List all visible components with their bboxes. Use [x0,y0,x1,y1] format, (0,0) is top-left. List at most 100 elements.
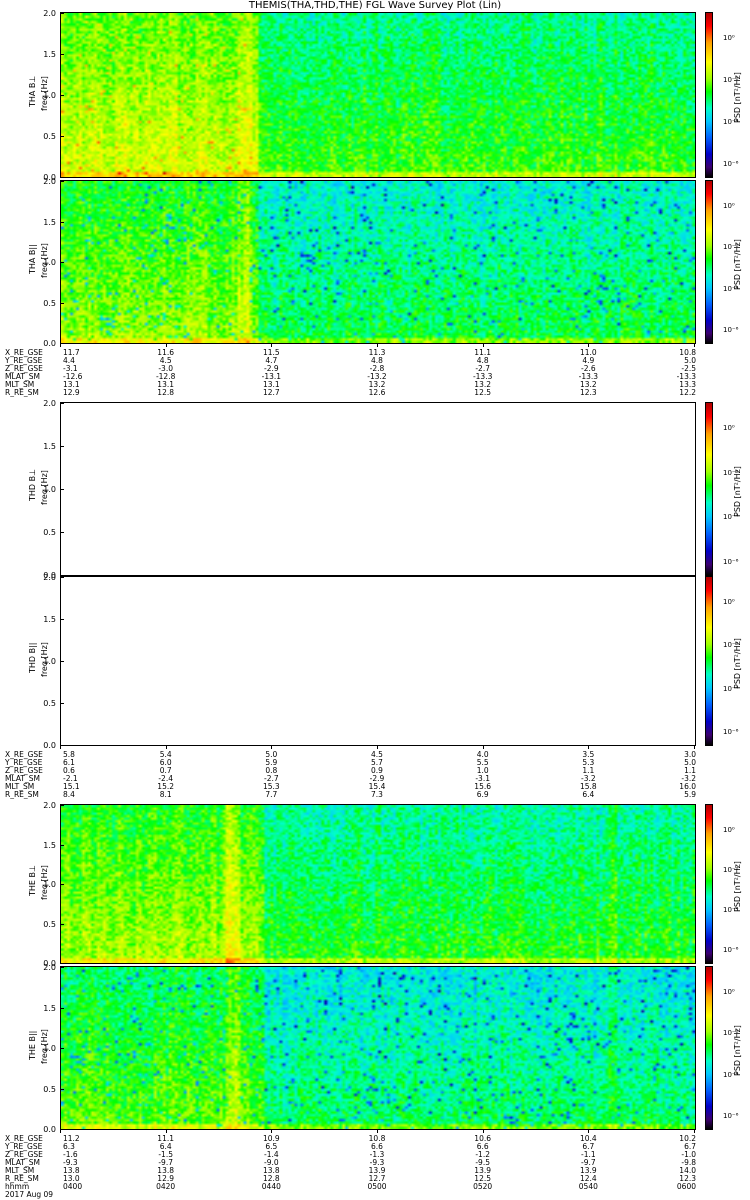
y-tick-label: 2.0 [43,963,56,972]
y-tick-mark [60,13,64,14]
colorbar-tick-label: 10⁻⁶ [723,1112,739,1120]
orbit-value: 7.3 [371,790,383,799]
orbit-value: 6.9 [476,790,489,799]
y-tick-label: 1.5 [43,840,56,850]
y-tick-mark [60,967,64,968]
colorbar-tick-label: 10⁰ [723,826,735,834]
orbit-value: 0440 [261,1182,281,1191]
y-tick-mark [60,177,64,178]
y-tick-mark [60,703,64,704]
x-tick-mark [694,343,695,347]
x-tick-mark [694,745,695,749]
colorbar-label: PSD [nT²/Hz] [733,638,742,689]
y-tick-label: 2.0 [43,9,56,18]
x-tick-mark [377,1129,378,1133]
colorbar-tick-label: 10⁰ [723,424,735,432]
x-tick-mark [377,343,378,347]
y-tick-label: 2.0 [43,177,56,186]
y-tick-label: 0.5 [43,919,56,929]
y-tick-label: 1.5 [43,217,56,227]
y-tick-mark [60,302,64,304]
plot-title: THEMIS(THA,THD,THE) FGL Wave Survey Plot… [248,0,502,11]
colorbar [705,12,713,178]
orbit-value: 12.9 [63,388,80,397]
colorbar-tick-label: 10⁰ [723,598,735,606]
x-tick-mark [482,343,484,347]
y-tick-label: 0.5 [43,699,56,708]
colorbar-tick-label: 10⁰ [723,34,735,42]
x-tick-mark [60,745,61,749]
orbit-value: 8.1 [159,790,172,799]
y-tick-label: 0.0 [43,741,56,750]
colorbar-tick-label: 10⁰ [723,988,735,996]
spectrogram-image [61,181,695,343]
colorbar-tick-label: 10⁻⁶ [723,558,739,566]
x-tick-mark [271,1129,273,1133]
y-tick-mark [60,181,64,182]
orbit-value: 12.7 [262,388,280,397]
x-tick-mark [60,1129,61,1133]
orbit-value: 0500 [367,1182,387,1191]
x-tick-mark [482,745,484,749]
y-tick-label: 1.0 [43,880,56,889]
colorbar-label: PSD [nT²/Hz] [733,72,742,123]
y-tick-mark [60,1088,64,1090]
colorbar [705,966,713,1130]
y-tick-label: 0.5 [43,298,56,308]
y-tick-mark [60,262,64,263]
y-tick-mark [60,1048,64,1049]
y-tick-mark [60,963,64,964]
y-tick-mark [60,805,64,806]
orbit-value: 6.4 [582,790,595,799]
colorbar [705,402,713,576]
orbit-row-name: 2017 Aug 09 [5,1190,54,1199]
orbit-row-name: R_RE_SM [5,790,39,799]
spectrogram-panel-the-bl [60,804,696,964]
spectrogram-panel-the-bpar [60,966,696,1130]
y-tick-mark [60,136,64,137]
y-tick-mark [60,844,64,846]
orbit-value: 12.2 [679,388,696,397]
x-tick-mark [588,1129,590,1133]
y-tick-mark [60,619,64,620]
y-tick-mark [60,489,64,490]
orbit-row-name: R_RE_SM [5,388,39,397]
y-tick-mark [60,577,64,578]
y-tick-label: 0.0 [43,339,56,348]
x-tick-mark [165,1129,167,1133]
spectrogram-panel-tha-bl [60,12,696,178]
colorbar-label: PSD [nT²/Hz] [733,861,742,912]
colorbar-label: PSD [nT²/Hz] [733,466,742,517]
y-tick-label: 1.0 [43,91,56,100]
x-tick-mark [60,343,61,347]
orbit-value: 12.3 [579,388,597,397]
y-tick-label: 0.0 [43,1125,56,1134]
y-tick-label: 0.5 [43,528,56,537]
colorbar [705,576,713,746]
x-tick-mark [482,1129,484,1133]
y-tick-label: 0.5 [43,132,56,141]
colorbar-tick-label: 10⁻⁶ [723,728,739,736]
colorbar-label: PSD [nT²/Hz] [733,239,742,290]
x-tick-mark [165,745,167,749]
orbit-value: 0420 [156,1182,176,1191]
orbit-value: 5.9 [684,790,696,799]
colorbar [705,180,713,344]
y-tick-label: 2.0 [43,399,56,408]
y-tick-mark [60,221,64,223]
y-tick-mark [60,446,64,447]
x-tick-mark [377,745,378,749]
y-tick-label: 1.5 [43,50,56,59]
y-tick-label: 1.0 [43,657,56,666]
x-tick-mark [588,745,590,749]
colorbar-tick-label: 10⁻⁶ [723,946,739,954]
y-tick-label: 1.5 [43,615,56,624]
orbit-value: 8.4 [63,790,75,799]
y-tick-label: 2.0 [43,573,56,582]
y-tick-mark [60,923,64,925]
y-tick-label: 1.0 [43,1044,56,1053]
y-tick-label: 1.5 [43,442,56,451]
orbit-value: 12.8 [157,388,175,397]
orbit-value: 0540 [578,1182,598,1191]
orbit-value: 0400 [63,1182,83,1191]
